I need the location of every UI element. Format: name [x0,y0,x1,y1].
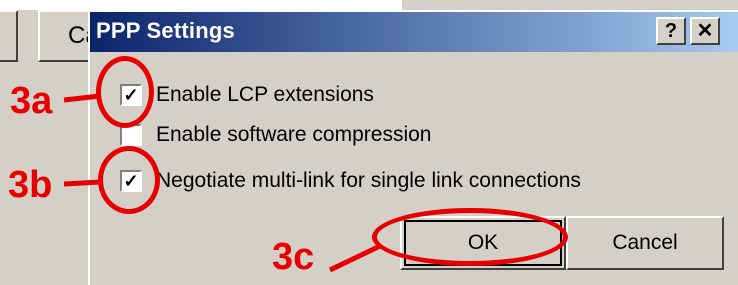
annotation-label-3b: 3b [8,164,53,206]
annotation-label-3c: 3c [272,236,315,278]
annotation-3b-pointer [63,179,101,187]
annotation-circle-3a [96,56,154,128]
annotation-circle-3c [372,208,568,266]
annotation-label-3a: 3a [10,80,53,122]
annotation-layer [63,93,382,273]
annotation-3c-pointer [328,243,382,273]
annotation-circle-3b [98,146,160,214]
annotation-3a-pointer [63,93,101,103]
